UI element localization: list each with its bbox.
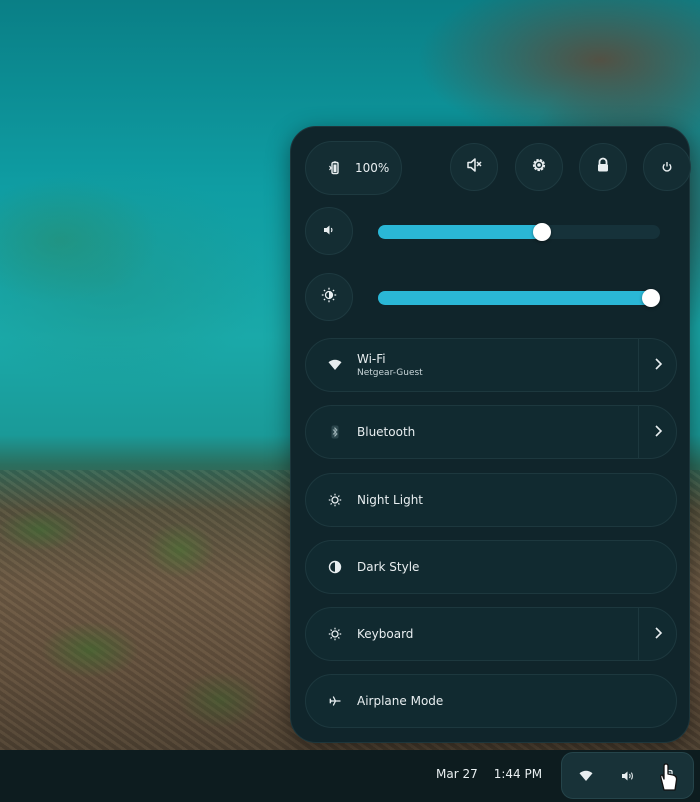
brightness-slider-fill [378,291,652,305]
dark-style-toggle-button[interactable]: Dark Style [306,541,676,593]
volume-slider-handle[interactable] [533,223,551,241]
airplane-mode-title: Airplane Mode [357,694,444,708]
dark-style-toggle: Dark Style [305,540,677,594]
dark-style-title: Dark Style [357,560,420,574]
top-bar: Mar 27 1:44 PM [0,750,700,802]
speaker-icon [322,222,336,241]
volume-slider[interactable] [378,223,660,241]
bluetooth-title: Bluetooth [357,425,416,439]
bluetooth-toggle: Bluetooth [305,405,677,459]
dark-style-icon [327,559,343,575]
airplane-mode-toggle-button[interactable]: Airplane Mode [306,675,676,727]
mouse-pointer-icon [660,763,678,791]
power-button[interactable] [643,143,691,191]
power-icon [661,158,673,177]
volume-slider-row [305,207,677,259]
clock-button[interactable]: Mar 27 1:44 PM [436,767,542,781]
airplane-mode-toggle: Airplane Mode [305,674,677,728]
wifi-toggle-button[interactable]: Wi-Fi Netgear-Guest [306,339,639,391]
keyboard-toggle-button[interactable]: Keyboard [306,608,639,660]
wifi-title: Wi-Fi [357,352,386,366]
wifi-icon [327,357,343,373]
brightness-slider-row [305,273,677,325]
wifi-icon [578,768,594,784]
chevron-right-icon [653,625,663,644]
lock-icon [595,157,611,177]
volume-slider-fill [378,225,542,239]
airplane-icon [327,693,343,709]
keyboard-title: Keyboard [357,627,414,641]
chevron-right-icon [653,356,663,375]
quick-settings-panel: 100% Wi-Fi Netgear-Guest Bluetooth Night… [290,126,691,743]
date-label: Mar 27 [436,767,478,781]
night-light-title: Night Light [357,493,423,507]
keyboard-menu-button[interactable] [638,608,676,660]
battery-icon [327,160,343,176]
bluetooth-toggle-button[interactable]: Bluetooth [306,406,639,458]
mute-speaker-icon [465,156,483,178]
brightness-icon-button [305,273,353,321]
wifi-toggle: Wi-Fi Netgear-Guest [305,338,677,392]
keyboard-icon [327,626,343,642]
bluetooth-icon [327,424,343,440]
settings-button[interactable] [515,143,563,191]
wifi-menu-button[interactable] [638,339,676,391]
volume-mute-toggle[interactable] [305,207,353,255]
night-light-toggle: Night Light [305,473,677,527]
brightness-slider-handle[interactable] [642,289,660,307]
quick-settings-top-row: 100% [305,141,691,195]
speaker-icon [620,768,636,784]
keyboard-toggle: Keyboard [305,607,677,661]
night-light-toggle-button[interactable]: Night Light [306,474,676,526]
chevron-right-icon [653,423,663,442]
brightness-slider[interactable] [378,289,660,307]
time-label: 1:44 PM [493,767,543,781]
night-light-icon [327,492,343,508]
bluetooth-menu-button[interactable] [638,406,676,458]
brightness-icon [321,287,337,307]
lock-screen-button[interactable] [579,143,627,191]
wifi-network-name: Netgear-Guest [357,368,423,378]
battery-status-button[interactable]: 100% [305,141,402,195]
battery-percentage: 100% [355,161,390,175]
screen-reader-button[interactable] [450,143,498,191]
gear-icon [530,156,548,178]
